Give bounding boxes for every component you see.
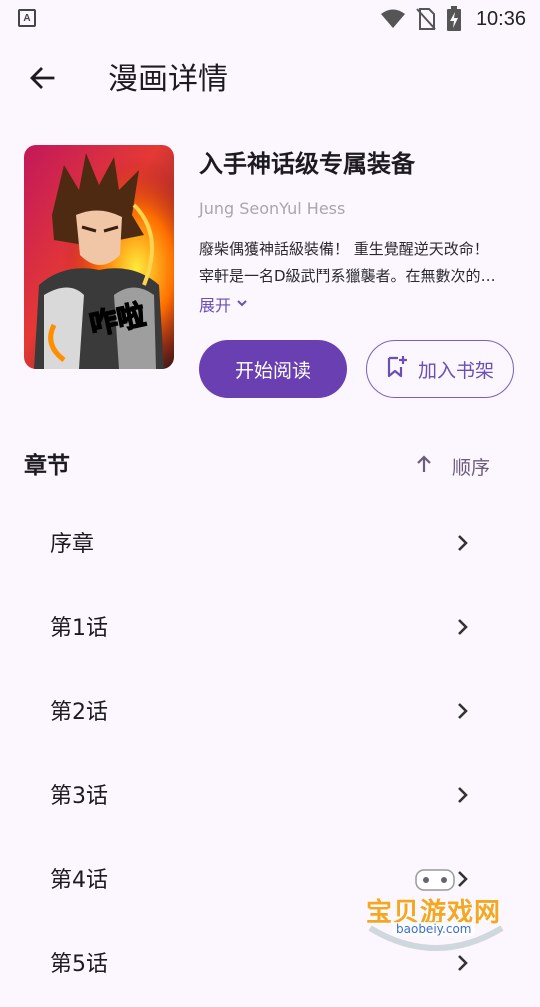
chevron-right-icon <box>450 699 474 723</box>
start-reading-label: 开始阅读 <box>234 359 311 382</box>
chevron-down-icon <box>235 295 249 314</box>
bookmark-add-icon <box>386 355 408 384</box>
no-sim-icon <box>416 7 436 31</box>
sort-order-button[interactable]: 顺序 <box>414 448 490 484</box>
comic-title: 入手神话级专属装备 <box>199 150 415 178</box>
arrow-left-icon <box>28 64 56 96</box>
back-button[interactable] <box>20 58 64 102</box>
chapter-label: 第1话 <box>50 616 108 641</box>
start-reading-button[interactable]: 开始阅读 <box>199 340 347 398</box>
chapters-section-title: 章节 <box>24 453 70 479</box>
chapter-item-1[interactable]: 第1话 <box>0 587 540 671</box>
chapter-label: 第3话 <box>50 784 108 809</box>
add-to-shelf-button[interactable]: 加入书架 <box>366 340 514 398</box>
battery-charging-icon <box>446 6 462 32</box>
wifi-icon <box>380 8 406 30</box>
notification-app-icon: A <box>18 9 36 27</box>
comic-description: 廢柴偶獲神話級裝備！ 重生覺醒逆天改命！ 宰軒是一名D級武鬥系獵襲者。在無數次的… <box>199 240 496 285</box>
comic-author: Jung SeonYul Hess <box>199 199 346 218</box>
app-bar: 漫画详情 <box>0 48 540 112</box>
chevron-right-icon <box>450 531 474 555</box>
chevron-right-icon <box>450 783 474 807</box>
chapter-item-prologue[interactable]: 序章 <box>0 503 540 587</box>
comic-cover-image: 咋啦 <box>24 145 174 369</box>
notification-app-letter: A <box>23 12 31 24</box>
arrow-up-icon <box>414 454 434 479</box>
watermark-url: baobeiy.com <box>392 922 476 936</box>
chapter-item-2[interactable]: 第2话 <box>0 671 540 755</box>
expand-label: 展开 <box>199 296 232 315</box>
status-icons: 10:36 <box>380 4 526 34</box>
add-to-shelf-label: 加入书架 <box>417 359 494 382</box>
expand-description-button[interactable]: 展开 <box>199 292 249 316</box>
chapter-item-3[interactable]: 第3话 <box>0 755 540 839</box>
chapter-label: 序章 <box>50 532 95 557</box>
chapter-label: 第2话 <box>50 700 108 725</box>
clock-time: 10:36 <box>475 7 526 30</box>
chapter-label: 第5话 <box>50 952 108 977</box>
chapter-label: 第4话 <box>50 868 108 893</box>
page-title: 漫画详情 <box>108 62 228 97</box>
sort-order-label: 顺序 <box>452 456 491 479</box>
status-bar: A 10:36 <box>0 0 540 38</box>
chevron-right-icon <box>450 615 474 639</box>
site-watermark: 宝贝游戏网 baobeiy.com <box>362 868 510 958</box>
